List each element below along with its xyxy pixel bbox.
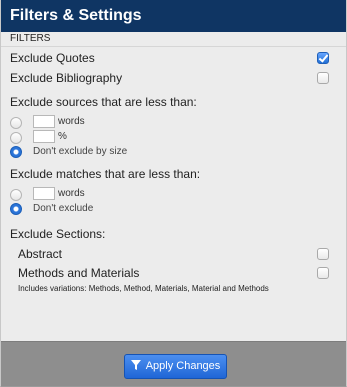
filters-settings-panel: Filters & Settings FILTERS Exclude Quote…: [0, 0, 347, 387]
matches-heading-row: Exclude matches that are less than:: [1, 165, 346, 183]
exclude-bibliography-checkbox[interactable]: [317, 72, 329, 84]
methods-row: Methods and Materials: [1, 264, 346, 282]
funnel-icon: [130, 360, 141, 370]
panel-title: Filters & Settings: [1, 0, 346, 32]
abstract-label: Abstract: [18, 247, 63, 261]
sources-words-option: words: [1, 115, 346, 129]
methods-checkbox[interactable]: [317, 267, 329, 279]
matches-words-input[interactable]: [33, 187, 55, 200]
matches-words-option: words: [1, 187, 346, 201]
apply-changes-label: Apply Changes: [145, 360, 221, 372]
sources-words-radio[interactable]: [10, 117, 22, 129]
sources-dont-exclude-radio[interactable]: [10, 146, 22, 158]
variations-note: Includes variations: Methods, Method, Ma…: [18, 284, 269, 293]
matches-words-radio[interactable]: [10, 189, 22, 201]
matches-dont-exclude-option: Don't exclude: [1, 202, 346, 216]
sources-heading-row: Exclude sources that are less than:: [1, 93, 346, 111]
abstract-checkbox[interactable]: [317, 248, 329, 260]
sources-dont-exclude-label: Don't exclude by size: [33, 146, 128, 157]
methods-label: Methods and Materials: [18, 266, 140, 280]
filters-section-header: FILTERS: [1, 32, 346, 47]
sections-heading-row: Exclude Sections:: [1, 225, 346, 243]
matches-words-unit: words: [58, 188, 85, 199]
exclude-bibliography-row: Exclude Bibliography: [1, 69, 346, 87]
panel-footer: Apply Changes: [1, 341, 346, 386]
sections-heading: Exclude Sections:: [10, 227, 106, 241]
matches-dont-exclude-radio[interactable]: [10, 203, 22, 215]
sources-percent-unit: %: [58, 131, 67, 142]
exclude-bibliography-label: Exclude Bibliography: [10, 71, 123, 85]
matches-dont-exclude-label: Don't exclude: [33, 203, 94, 214]
sources-words-input[interactable]: [33, 115, 55, 128]
sources-percent-radio[interactable]: [10, 132, 22, 144]
sources-dont-exclude-option: Don't exclude by size: [1, 145, 346, 159]
sources-percent-input[interactable]: [33, 130, 55, 143]
apply-changes-button[interactable]: Apply Changes: [124, 354, 227, 379]
sources-words-unit: words: [58, 116, 85, 127]
sources-percent-option: %: [1, 130, 346, 144]
exclude-quotes-label: Exclude Quotes: [10, 51, 95, 65]
variations-note-row: Includes variations: Methods, Method, Ma…: [1, 284, 346, 296]
sources-heading: Exclude sources that are less than:: [10, 95, 197, 109]
matches-heading: Exclude matches that are less than:: [10, 167, 201, 181]
abstract-row: Abstract: [1, 245, 346, 263]
exclude-quotes-row: Exclude Quotes: [1, 49, 346, 67]
exclude-quotes-checkbox[interactable]: [317, 52, 329, 64]
